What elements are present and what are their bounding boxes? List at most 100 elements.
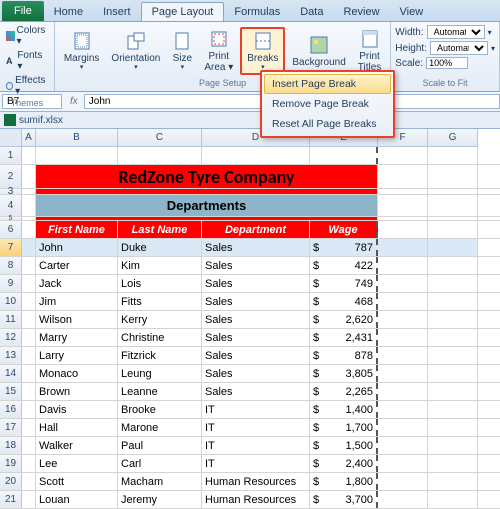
- cell-wage[interactable]: $1,800: [310, 473, 378, 490]
- background-button[interactable]: Background: [287, 33, 350, 70]
- col-header-g[interactable]: G: [428, 129, 478, 147]
- cell-lastname[interactable]: Christine: [118, 329, 202, 346]
- cell-department[interactable]: IT: [202, 455, 310, 472]
- cell-wage[interactable]: $468: [310, 293, 378, 310]
- size-button[interactable]: Size▾: [167, 29, 197, 74]
- cell-lastname[interactable]: Paul: [118, 437, 202, 454]
- row-header[interactable]: 14: [0, 365, 22, 382]
- header-lastname[interactable]: Last Name: [118, 221, 202, 238]
- print-titles-button[interactable]: Print Titles: [353, 27, 387, 75]
- cell-firstname[interactable]: John: [36, 239, 118, 256]
- cell-wage[interactable]: $422: [310, 257, 378, 274]
- row-header[interactable]: 19: [0, 455, 22, 472]
- row-header[interactable]: 18: [0, 437, 22, 454]
- tab-file[interactable]: File: [2, 1, 44, 21]
- scale-input[interactable]: [426, 57, 468, 69]
- cell-department[interactable]: IT: [202, 419, 310, 436]
- header-wage[interactable]: Wage: [310, 221, 378, 238]
- row-header[interactable]: 9: [0, 275, 22, 292]
- departments-title[interactable]: Departments: [36, 195, 378, 216]
- print-area-button[interactable]: Print Area ▾: [199, 27, 238, 75]
- cell-wage[interactable]: $1,500: [310, 437, 378, 454]
- menu-insert-page-break[interactable]: Insert Page Break: [264, 74, 391, 94]
- cell-department[interactable]: Sales: [202, 257, 310, 274]
- cell-lastname[interactable]: Fitts: [118, 293, 202, 310]
- cell-firstname[interactable]: Brown: [36, 383, 118, 400]
- cell-lastname[interactable]: Leung: [118, 365, 202, 382]
- colors-button[interactable]: Colors ▾: [4, 24, 50, 48]
- cell-lastname[interactable]: Macham: [118, 473, 202, 490]
- row-header[interactable]: 16: [0, 401, 22, 418]
- row-header[interactable]: 15: [0, 383, 22, 400]
- col-header-b[interactable]: B: [36, 129, 118, 147]
- row-header[interactable]: 4: [0, 195, 22, 216]
- height-select[interactable]: Automatic: [430, 41, 488, 55]
- row-header[interactable]: 13: [0, 347, 22, 364]
- cell-lastname[interactable]: Fitzrick: [118, 347, 202, 364]
- row-header[interactable]: 17: [0, 419, 22, 436]
- row-header[interactable]: 11: [0, 311, 22, 328]
- select-all-corner[interactable]: [0, 129, 22, 147]
- tab-data[interactable]: Data: [290, 3, 333, 21]
- fx-icon[interactable]: fx: [64, 96, 84, 107]
- row-header[interactable]: 7: [0, 239, 22, 256]
- cell-wage[interactable]: $1,400: [310, 401, 378, 418]
- cell-wage[interactable]: $2,400: [310, 455, 378, 472]
- cell-firstname[interactable]: Wilson: [36, 311, 118, 328]
- tab-page-layout[interactable]: Page Layout: [141, 2, 225, 21]
- row-header[interactable]: 3: [0, 189, 22, 194]
- orientation-button[interactable]: Orientation▾: [106, 29, 165, 74]
- cell-lastname[interactable]: Kim: [118, 257, 202, 274]
- cell-firstname[interactable]: Carter: [36, 257, 118, 274]
- cell-wage[interactable]: $878: [310, 347, 378, 364]
- menu-reset-page-breaks[interactable]: Reset All Page Breaks: [264, 114, 391, 134]
- cell-department[interactable]: Human Resources: [202, 473, 310, 490]
- fonts-button[interactable]: AFonts ▾: [4, 49, 50, 73]
- cell-wage[interactable]: $2,431: [310, 329, 378, 346]
- cell-department[interactable]: Sales: [202, 275, 310, 292]
- cell-lastname[interactable]: Kerry: [118, 311, 202, 328]
- tab-insert[interactable]: Insert: [93, 3, 141, 21]
- cell-lastname[interactable]: Carl: [118, 455, 202, 472]
- cell-lastname[interactable]: Brooke: [118, 401, 202, 418]
- cell-department[interactable]: Sales: [202, 347, 310, 364]
- workbook-tab[interactable]: sumif.xlsx: [0, 112, 500, 129]
- breaks-button[interactable]: Breaks▾: [240, 27, 285, 76]
- tab-review[interactable]: Review: [333, 3, 389, 21]
- col-header-c[interactable]: C: [118, 129, 202, 147]
- tab-view[interactable]: View: [390, 3, 434, 21]
- cell-firstname[interactable]: Davis: [36, 401, 118, 418]
- row-header[interactable]: 6: [0, 221, 22, 238]
- row-header[interactable]: 8: [0, 257, 22, 274]
- cell-wage[interactable]: $1,700: [310, 419, 378, 436]
- cell-department[interactable]: Sales: [202, 239, 310, 256]
- cell-department[interactable]: Sales: [202, 293, 310, 310]
- cell-firstname[interactable]: Marry: [36, 329, 118, 346]
- row-header[interactable]: 10: [0, 293, 22, 310]
- cell-department[interactable]: Sales: [202, 383, 310, 400]
- cell-firstname[interactable]: Larry: [36, 347, 118, 364]
- row-header[interactable]: 2: [0, 165, 22, 188]
- cell-wage[interactable]: $2,620: [310, 311, 378, 328]
- cell-wage[interactable]: $787: [310, 239, 378, 256]
- margins-button[interactable]: Margins▾: [59, 29, 105, 74]
- cell-department[interactable]: IT: [202, 437, 310, 454]
- width-select[interactable]: Automatic: [427, 25, 485, 39]
- cell-department[interactable]: Sales: [202, 365, 310, 382]
- menu-remove-page-break[interactable]: Remove Page Break: [264, 94, 391, 114]
- row-header[interactable]: 1: [0, 147, 22, 164]
- cell-lastname[interactable]: Leanne: [118, 383, 202, 400]
- company-title[interactable]: RedZone Tyre Company: [36, 165, 378, 188]
- cell-firstname[interactable]: Jim: [36, 293, 118, 310]
- cell-firstname[interactable]: Lee: [36, 455, 118, 472]
- header-department[interactable]: Department: [202, 221, 310, 238]
- cell-wage[interactable]: $3,805: [310, 365, 378, 382]
- cell-firstname[interactable]: Scott: [36, 473, 118, 490]
- cell-department[interactable]: IT: [202, 401, 310, 418]
- tab-formulas[interactable]: Formulas: [224, 3, 290, 21]
- cell-firstname[interactable]: Walker: [36, 437, 118, 454]
- tab-home[interactable]: Home: [44, 3, 93, 21]
- cell-firstname[interactable]: Hall: [36, 419, 118, 436]
- header-firstname[interactable]: First Name: [36, 221, 118, 238]
- col-header-a[interactable]: A: [22, 129, 36, 147]
